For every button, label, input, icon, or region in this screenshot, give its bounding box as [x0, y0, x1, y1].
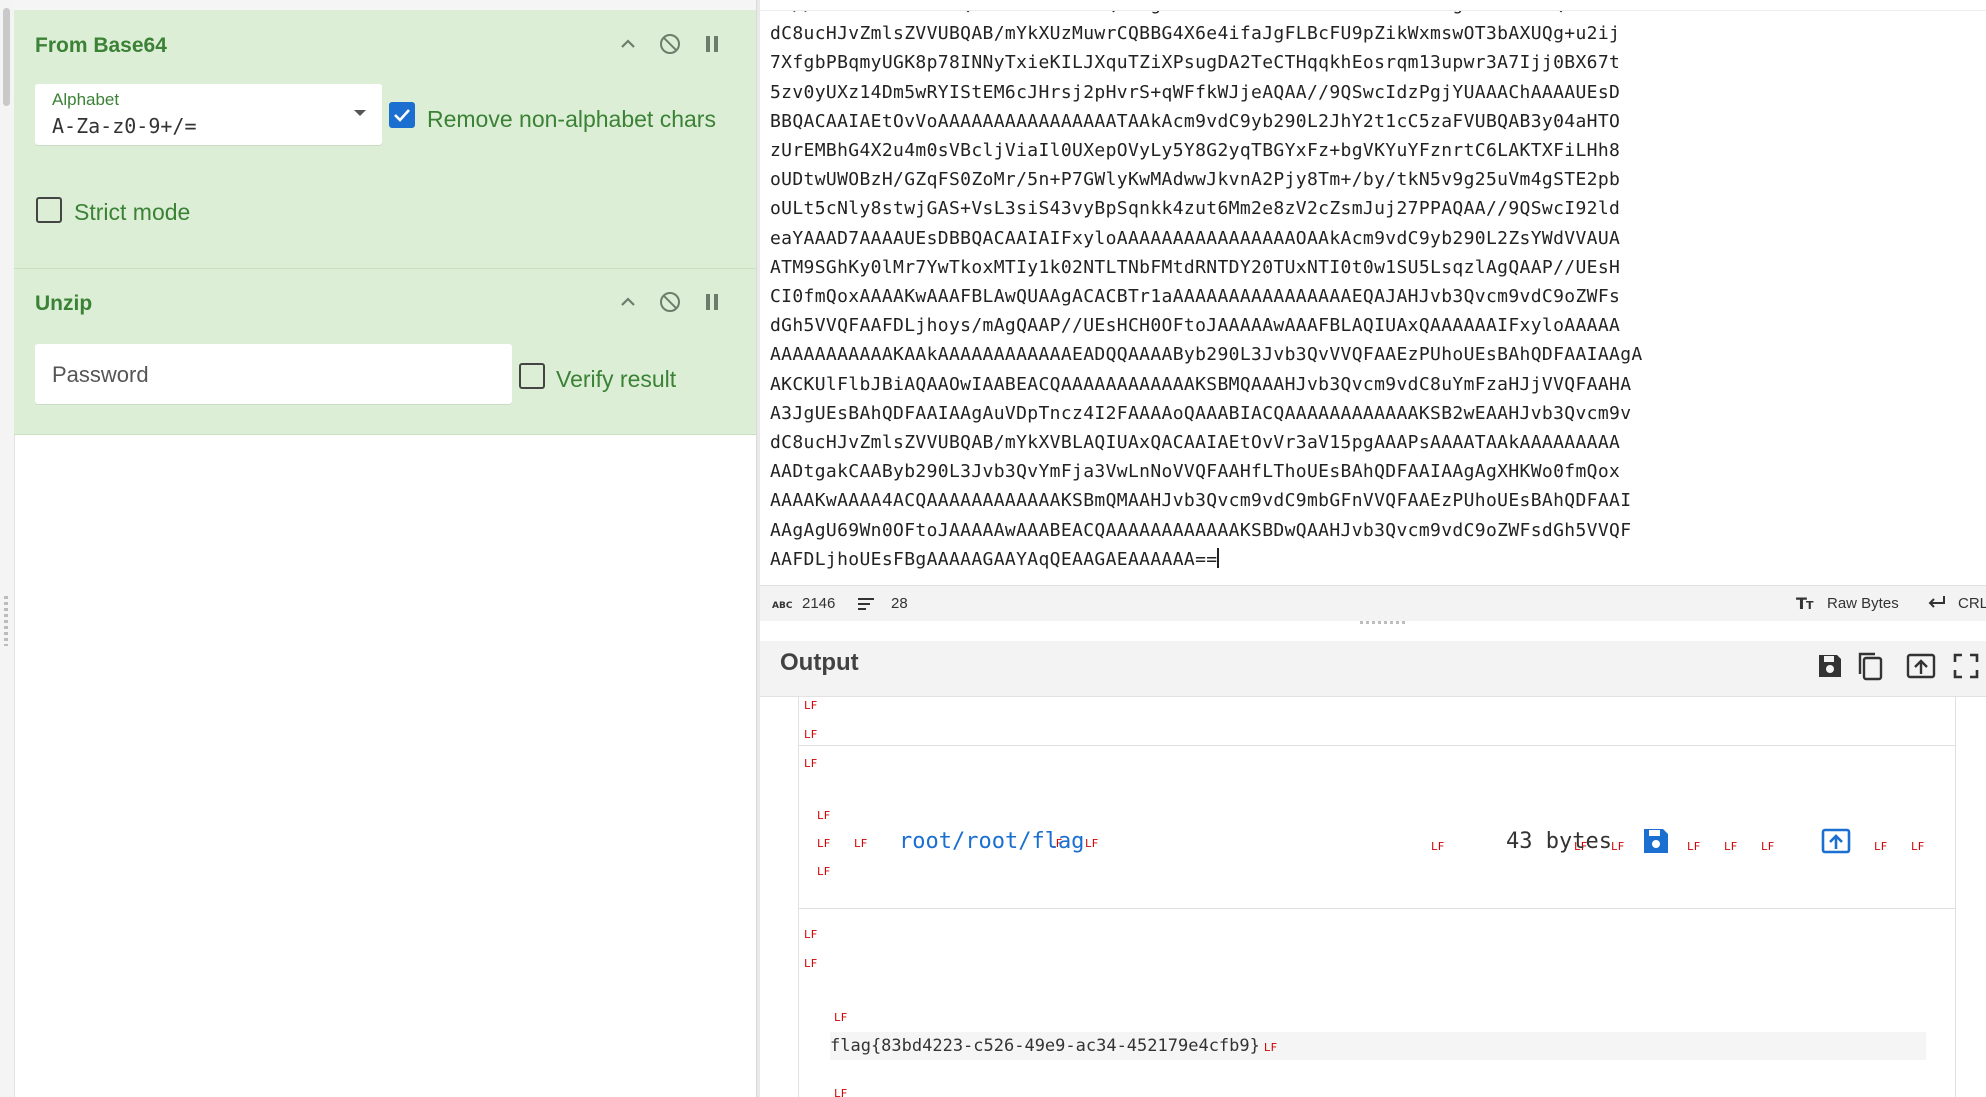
- input-line: dC8ucHJvZmlsZVVUBQAB/mYkXUzMuwrCQBBG4X6e…: [770, 23, 1621, 45]
- alphabet-label: Alphabet: [52, 90, 120, 109]
- move-output-to-input-icon[interactable]: [1904, 649, 1938, 683]
- password-input[interactable]: Password: [35, 344, 512, 404]
- eol-icon[interactable]: [1926, 594, 1946, 614]
- lf-marker: LF: [804, 699, 818, 712]
- input-line: dGh5VVQFAAFDLjhoys/mAgQAAP//UEsHCH0OFtoJ…: [770, 315, 1621, 337]
- alphabet-select[interactable]: Alphabet A-Za-z0-9+/=: [35, 84, 382, 145]
- flag-value: flag{83bd4223-c526-49e9-ac34-452179e4cfb…: [830, 1036, 1260, 1056]
- io-splitter[interactable]: [760, 621, 1986, 641]
- remove-non-alphabet-checkbox[interactable]: [389, 102, 415, 128]
- password-placeholder: Password: [52, 362, 149, 387]
- lf-marker: LF: [1431, 840, 1445, 853]
- input-line: zUrEMBhG4X2u4m0sVBcljViaIl0UXepOVyLy5Y8G…: [770, 140, 1621, 162]
- input-line: AAFDLjhoUEsFBgAAAAAGAAYAqQEAAGAEAAAAAA==: [770, 547, 1220, 570]
- collapse-chevron-up-icon[interactable]: [614, 30, 642, 58]
- verify-result-label: Verify result: [556, 366, 677, 392]
- maximise-icon[interactable]: [1949, 649, 1983, 683]
- input-line: AAAAAAAAAAAKAAkAAAAAAAAAAAAEADQQAAAAByb2…: [770, 344, 1643, 366]
- output-header: Output: [760, 641, 1986, 697]
- scrollbar-thumb[interactable]: [3, 8, 10, 106]
- input-line: eaYAAAD7AAAAUEsDBBQACAAIAIFxyloAAAAAAAAA…: [770, 227, 1621, 249]
- input-line: AAgAgU69Wn0OFtoJAAAAAwAAABEACQAAAAAAAAAA…: [770, 519, 1632, 541]
- move-file-to-input-icon[interactable]: [1821, 827, 1851, 860]
- input-top-edge: [760, 0, 1986, 11]
- strict-mode-label: Strict mode: [74, 199, 191, 225]
- lf-marker: LF: [817, 865, 831, 878]
- input-line: ATM9SGhKy0lMr7YwTkoxMTIy1k02NTLTNbFMtdRN…: [770, 256, 1621, 278]
- recipe-pane: From Base64 Alphabet A-Za-z0-9+/= Remove…: [0, 0, 756, 1097]
- zip-file-size: 43 bytes: [1506, 829, 1612, 854]
- lf-marker: LF: [1263, 1041, 1278, 1054]
- lf-marker: LF: [1911, 840, 1925, 853]
- zip-entry-flag: LF LF LF LF LF LF LF LF LF LF LF LF LF L…: [798, 745, 1956, 909]
- zip-entry-content: [798, 907, 1956, 1097]
- input-pane[interactable]: AP//UEsHCPPl09DIAQAAGwIAAFBLAwQUAAgACAC5…: [760, 0, 1986, 585]
- output-body[interactable]: LF LF LF LF LF LF LF LF LF LF LF LF LF L…: [760, 697, 1986, 1097]
- input-status-bar: ABC 2146 28 TT Raw Bytes CRL: [760, 585, 1986, 622]
- lf-marker: LF: [1724, 840, 1738, 853]
- save-icon[interactable]: [1813, 649, 1847, 683]
- resize-grip[interactable]: [4, 596, 8, 646]
- lf-marker: LF: [834, 1011, 848, 1024]
- file-content-flag[interactable]: flag{83bd4223-c526-49e9-ac34-452179e4cfb…: [830, 1036, 1277, 1056]
- zip-file-name-link[interactable]: root/root/flag: [899, 829, 1084, 854]
- input-line: 7XfgbPBqmyUGK8p78INNyTxieKILJXquTZiXPsug…: [770, 52, 1621, 74]
- text-type-icon[interactable]: TT: [1796, 593, 1818, 617]
- zip-entry-previous: [798, 697, 1956, 746]
- lf-marker: LF: [804, 957, 818, 970]
- lf-marker: LF: [817, 809, 831, 822]
- lf-marker: LF: [1085, 837, 1099, 850]
- strict-mode-checkbox[interactable]: [36, 197, 62, 223]
- lf-marker: LF: [804, 928, 818, 941]
- pause-icon[interactable]: [698, 288, 726, 316]
- save-file-icon[interactable]: [1642, 827, 1670, 860]
- copy-icon[interactable]: [1853, 649, 1887, 683]
- input-line: A3JgUEsBAhQDFAAIAAgAuVDpTncz4I2FAAAAoQAA…: [770, 402, 1632, 424]
- input-textarea[interactable]: AP//UEsHCPPl09DIAQAAGwIAAFBLAwQUAAgACAC5…: [770, 0, 1643, 574]
- svg-text:T: T: [1806, 599, 1814, 612]
- eol-button[interactable]: CRL: [1958, 595, 1986, 612]
- input-length: 2146: [802, 595, 836, 612]
- disable-icon[interactable]: [656, 288, 684, 316]
- lf-marker: LF: [1687, 840, 1701, 853]
- dropdown-arrow-icon: [354, 110, 366, 116]
- input-line: oUDtwUWOBzH/GZqFS0ZoMr/5n+P7GWlyKwMAdwwJ…: [770, 169, 1621, 191]
- input-line: AAAAKwAAAA4ACQAAAAAAAAAAAAKSBmQMAAHJvb3Q…: [770, 490, 1632, 512]
- length-icon: ABC: [772, 597, 793, 614]
- pause-icon[interactable]: [698, 30, 726, 58]
- operation-title: Unzip: [35, 292, 93, 315]
- lf-marker: LF: [1761, 840, 1775, 853]
- input-lines: 28: [891, 595, 908, 612]
- input-line: dC8ucHJvZmlsZVVUBQAB/mYkXVBLAQIUAxQACAAI…: [770, 432, 1621, 454]
- operation-title: From Base64: [35, 34, 167, 57]
- lf-marker: LF: [1611, 840, 1625, 853]
- lf-marker: LF: [834, 1087, 848, 1097]
- verify-result-checkbox[interactable]: [519, 363, 545, 389]
- lines-icon: [858, 597, 876, 615]
- input-line: CI0fmQoxAAAAKwAAAFBLAwQUAAgACACBTr1aAAAA…: [770, 286, 1621, 308]
- operation-unzip[interactable]: Unzip Password Verify result: [14, 269, 756, 435]
- text-caret: [1217, 547, 1220, 568]
- raw-bytes-button[interactable]: Raw Bytes: [1827, 595, 1899, 612]
- splitter-grip[interactable]: [1360, 621, 1408, 624]
- remove-non-alphabet-label: Remove non-alphabet chars: [427, 106, 716, 132]
- lf-marker: LF: [804, 728, 818, 741]
- output-title: Output: [780, 649, 859, 676]
- input-line: AADtgakCAAByb290L3Jvb3QvYmFja3VwLnNoVVQF…: [770, 461, 1621, 483]
- recipe-scrollbar[interactable]: [0, 0, 15, 1097]
- input-line: BBQACAAIAEtOvVoAAAAAAAAAAAAAAAATAAkAcm9v…: [770, 110, 1621, 132]
- operation-from-base64[interactable]: From Base64 Alphabet A-Za-z0-9+/= Remove…: [14, 10, 756, 269]
- lf-marker: LF: [854, 837, 868, 850]
- lf-marker: LF: [817, 837, 831, 850]
- input-line: oULt5cNly8stwjGAS+VsL3siS43vyBpSqnkk4zut…: [770, 198, 1621, 220]
- lf-marker: LF: [1874, 840, 1888, 853]
- collapse-chevron-up-icon[interactable]: [614, 288, 642, 316]
- svg-text:ABC: ABC: [772, 601, 792, 610]
- alphabet-value: A-Za-z0-9+/=: [52, 114, 197, 138]
- disable-icon[interactable]: [656, 30, 684, 58]
- input-line: AKCKUlFlbJBiAQAAOwIAABEACQAAAAAAAAAAAAKS…: [770, 373, 1632, 395]
- input-line: 5zv0yUXz14Dm5wRYIStEM6cJHrsj2pHvrS+qWFfk…: [770, 81, 1621, 103]
